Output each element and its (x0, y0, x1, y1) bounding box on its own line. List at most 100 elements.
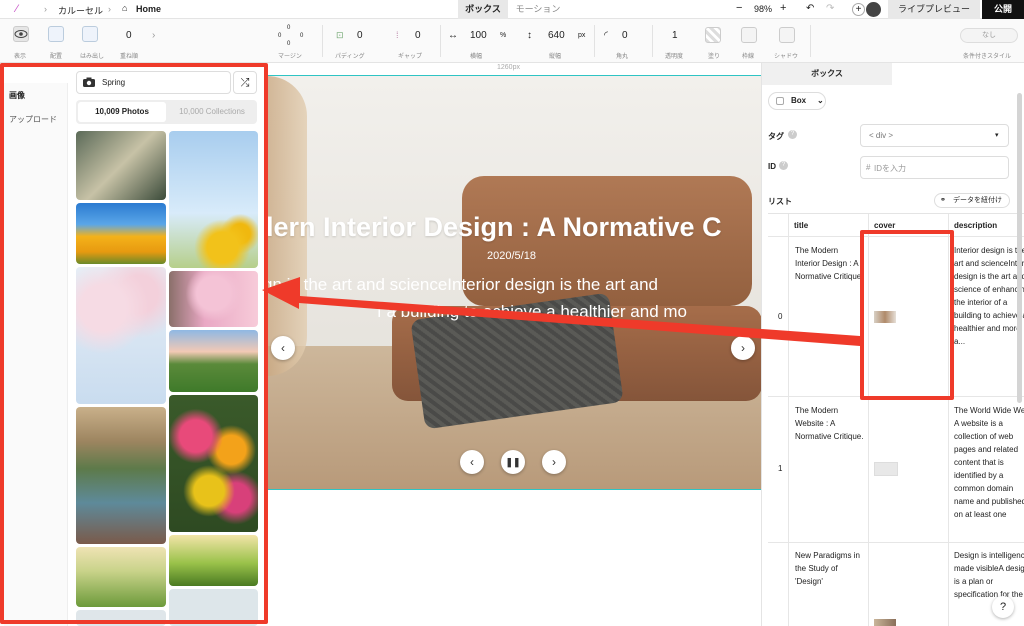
list-label: リスト (768, 197, 792, 206)
gap-icon: ⁞ (396, 30, 399, 40)
height-label: 縦幅 (549, 54, 562, 60)
padding-value[interactable]: 0 (357, 30, 363, 41)
carousel-next-button[interactable]: › (542, 450, 566, 474)
logo-icon: ⁄ (16, 3, 18, 15)
live-preview-button[interactable]: ライブプレビュー (888, 0, 980, 19)
opacity-value[interactable]: 1 (672, 30, 678, 41)
width-value[interactable]: 100 (470, 30, 487, 41)
chevron-down-icon: ⌄ (817, 96, 824, 105)
show-label: 表示 (14, 54, 27, 60)
divider (322, 25, 323, 57)
carousel-slide[interactable]: dern Interior Design : A Normative C 202… (267, 76, 761, 489)
margin-label: マージン (278, 54, 302, 60)
redo-icon[interactable]: ↷ (826, 3, 834, 14)
radius-value[interactable]: 0 (622, 30, 628, 41)
link-data-button[interactable]: ⚭ データを紐付け (934, 193, 1010, 208)
border-swatch[interactable] (741, 27, 757, 43)
overflow-icon[interactable] (82, 26, 98, 42)
cell-cover-thumbnail[interactable] (874, 462, 898, 476)
radius-icon: ◜ (604, 30, 608, 41)
design-canvas[interactable]: 1260px dern Interior Design : A Normativ… (267, 63, 761, 626)
cell-title[interactable]: The Modern Interior Design : A Normative… (795, 244, 865, 283)
publish-button[interactable]: 公開 (982, 0, 1024, 19)
row-index: 0 (778, 312, 783, 321)
zoom-level: 98% (754, 4, 773, 14)
caret-down-icon: ▾ (995, 132, 999, 139)
width-unit[interactable]: % (500, 32, 506, 39)
slide-description-line1: gn is the art and scienceInterior design… (267, 275, 659, 294)
chevron-right-icon[interactable]: › (152, 30, 155, 41)
place-label: 配置 (50, 54, 63, 60)
condition-style-label: 条件付きスタイル (963, 54, 1012, 60)
chevron-right-icon: › (552, 455, 556, 469)
height-icon: ↕ (527, 30, 532, 41)
page-name[interactable]: Home (136, 4, 161, 14)
tag-value: < div > (869, 131, 894, 140)
next-slide-arrow[interactable]: › (731, 336, 755, 360)
fill-swatch[interactable] (705, 27, 721, 43)
divider (440, 25, 441, 57)
radius-label: 角丸 (616, 54, 629, 60)
shadow-swatch[interactable] (779, 27, 795, 43)
undo-icon[interactable]: ↶ (806, 3, 814, 14)
carousel-prev-button[interactable]: ‹ (460, 450, 484, 474)
tab-box-props[interactable]: ボックス (762, 63, 892, 85)
eye-icon[interactable] (13, 26, 29, 42)
zindex-value[interactable]: 0 (126, 30, 132, 41)
cell-description[interactable]: Interior design is the art and scienceIn… (954, 244, 1024, 348)
zoom-out-button[interactable]: − (736, 2, 742, 14)
padding-label: パディング (335, 54, 365, 60)
width-label: 横幅 (470, 54, 483, 60)
slide-date: 2020/5/18 (487, 250, 536, 262)
cell-description[interactable]: Design is intelligence made visibleA des… (954, 549, 1024, 601)
margin-left[interactable]: 0 (278, 33, 281, 39)
pause-icon: ❚❚ (505, 457, 521, 467)
column-header-title: title (794, 221, 809, 230)
padding-icon: ⊡ (336, 30, 344, 40)
gap-value[interactable]: 0 (415, 30, 421, 41)
link-data-label: データを紐付け (953, 197, 1002, 204)
overflow-label: はみ出し (80, 54, 105, 60)
column-header-description: description (954, 221, 998, 230)
breadcrumb-item[interactable]: カルーセル (58, 4, 103, 17)
tab-box[interactable]: ボックス (458, 0, 508, 19)
margin-bottom[interactable]: 0 (287, 41, 290, 47)
help-icon[interactable]: ? (788, 130, 797, 139)
condition-style-button[interactable]: なし (960, 28, 1018, 43)
fill-label: 塗り (708, 54, 721, 60)
height-value[interactable]: 640 (548, 30, 565, 41)
id-placeholder: IDを入力 (874, 164, 906, 173)
tag-select[interactable]: < div > ▾ (860, 124, 1009, 147)
cell-description[interactable]: The World Wide Web A website is a collec… (954, 404, 1024, 521)
tab-motion[interactable]: モーション (508, 0, 568, 19)
hash-icon: # (866, 163, 871, 172)
margin-right[interactable]: 0 (300, 33, 303, 39)
id-input[interactable]: # IDを入力 (860, 156, 1009, 179)
add-collaborator-button[interactable]: + (852, 3, 865, 16)
cell-cover-thumbnail[interactable] (874, 619, 896, 626)
annotation-highlight-left (0, 63, 268, 624)
cell-title[interactable]: New Paradigms in the Study of 'Design' (795, 549, 865, 588)
help-icon[interactable]: ? (779, 161, 788, 170)
placement-icon[interactable] (48, 26, 64, 42)
property-toolbar: 表示 配置 はみ出し 0 重ね順 › 0 0 0 0 マージン ⊡ 0 パディン… (0, 19, 1024, 63)
height-unit[interactable]: px (578, 32, 585, 39)
box-icon (776, 97, 784, 105)
scrollbar[interactable] (1017, 93, 1022, 403)
opacity-label: 透明度 (665, 54, 684, 60)
margin-top[interactable]: 0 (287, 25, 290, 31)
shadow-label: シャドウ (774, 54, 799, 60)
border-label: 枠線 (742, 54, 755, 60)
cell-title[interactable]: The Modern Website : A Normative Critiqu… (795, 404, 865, 443)
slide-title: dern Interior Design : A Normative C (267, 212, 722, 242)
top-bar: ⁄ › カルーセル › ⌂ Home ボックス モーション − 98% + ↶ … (0, 0, 1024, 19)
avatar[interactable] (866, 2, 881, 17)
prev-slide-arrow[interactable]: ‹ (271, 336, 295, 360)
zoom-in-button[interactable]: + (780, 2, 786, 14)
zindex-label: 重ね順 (120, 54, 139, 60)
box-type-select[interactable]: Box ⌄ (768, 92, 826, 110)
box-type-value: Box (791, 96, 807, 105)
carousel-pause-button[interactable]: ❚❚ (501, 450, 525, 474)
help-button[interactable]: ? (992, 596, 1014, 618)
chevron-right-icon: › (108, 4, 111, 14)
